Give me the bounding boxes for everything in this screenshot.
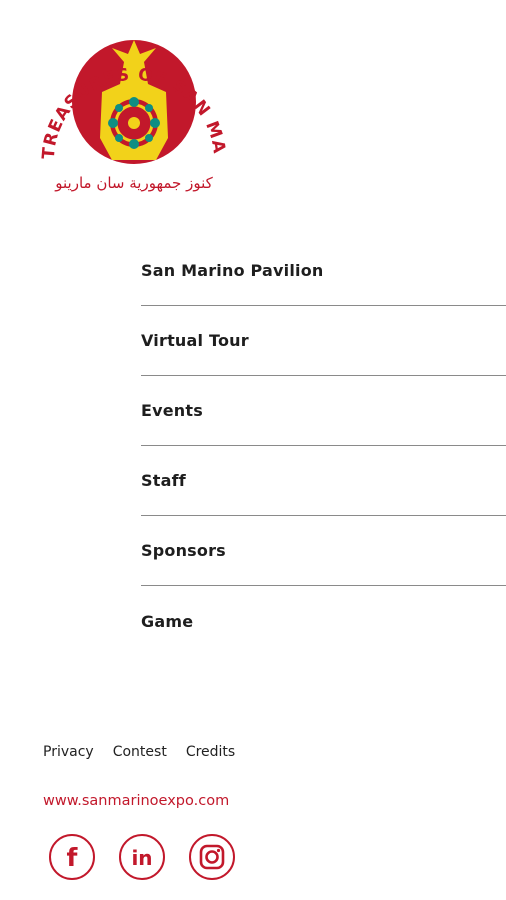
- privacy-link[interactable]: Privacy: [43, 744, 94, 760]
- credits-link[interactable]: Credits: [186, 744, 235, 760]
- menu-item-staff[interactable]: Staff: [141, 446, 506, 516]
- menu-item-label: Virtual Tour: [141, 331, 249, 350]
- logo-arabic-text: كنوز جمهورية سان مارينو: [54, 174, 213, 192]
- menu-item-sponsors[interactable]: Sponsors: [141, 516, 506, 586]
- menu-item-label: San Marino Pavilion: [141, 261, 324, 280]
- logo: THE TREASURES OF SAN MARINO كنوز جمهورية…: [36, 10, 228, 192]
- menu-item-label: Staff: [141, 471, 186, 490]
- menu-item-label: Sponsors: [141, 541, 226, 560]
- menu-item-pavilion[interactable]: San Marino Pavilion: [141, 236, 506, 306]
- instagram-icon[interactable]: [188, 833, 236, 881]
- svg-text:in: in: [131, 846, 152, 870]
- facebook-icon[interactable]: f: [48, 833, 96, 881]
- main-menu: San Marino Pavilion Virtual Tour Events …: [141, 236, 506, 656]
- social-links: f in: [48, 833, 236, 881]
- website-link[interactable]: www.sanmarinoexpo.com: [43, 793, 229, 809]
- footer-links: Privacy Contest Credits: [43, 744, 235, 760]
- menu-item-events[interactable]: Events: [141, 376, 506, 446]
- menu-item-label: Events: [141, 401, 203, 420]
- menu-item-game[interactable]: Game: [141, 586, 506, 656]
- linkedin-icon[interactable]: in: [118, 833, 166, 881]
- svg-text:f: f: [67, 843, 79, 872]
- contest-link[interactable]: Contest: [113, 744, 167, 760]
- menu-item-label: Game: [141, 611, 194, 631]
- menu-item-virtual-tour[interactable]: Virtual Tour: [141, 306, 506, 376]
